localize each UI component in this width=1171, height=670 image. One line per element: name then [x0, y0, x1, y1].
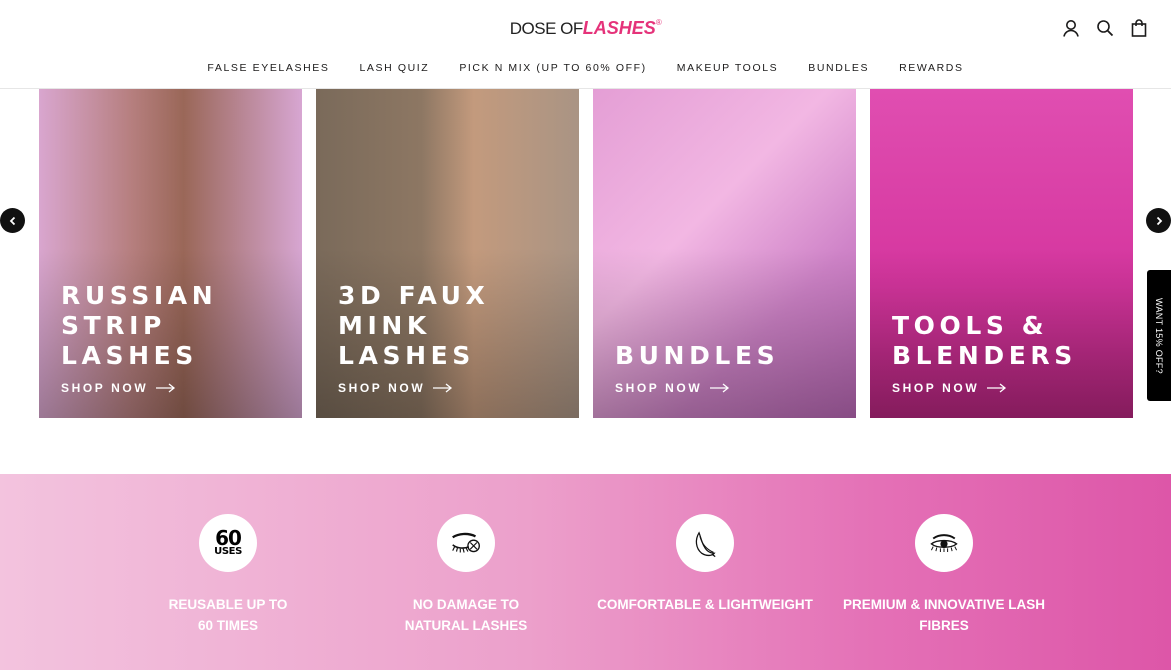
arrow-right-icon [710, 383, 730, 393]
feature-label: NO DAMAGE TO NATURAL LASHES [404, 597, 528, 633]
card-title: BUNDLES [615, 341, 780, 370]
shop-now-link[interactable]: SHOP NOW [338, 381, 453, 395]
brand-logo[interactable]: DOSE OFLASHES® [0, 18, 1171, 39]
nav-item-rewards[interactable]: REWARDS [899, 62, 963, 74]
feature-comfortable: COMFORTABLE & LIGHTWEIGHT [590, 514, 820, 615]
category-carousel: RUSSIAN STRIP LASHES SHOP NOW 3D FAUX MI… [0, 89, 1171, 418]
shop-now-label: SHOP NOW [338, 381, 426, 395]
shop-now-link[interactable]: SHOP NOW [892, 381, 1007, 395]
feature-label: PREMIUM & INNOVATIVE LASH FIBRES [842, 597, 1045, 633]
arrow-right-icon [433, 383, 453, 393]
nav-item-false-eyelashes[interactable]: FALSE EYELASHES [207, 62, 329, 74]
card-title: 3D FAUX MINK LASHES [338, 281, 490, 370]
chevron-right-icon [1156, 216, 1162, 225]
account-icon[interactable] [1061, 18, 1081, 38]
feather-icon [676, 514, 734, 572]
no-damage-eye-icon [437, 514, 495, 572]
shop-now-link[interactable]: SHOP NOW [615, 381, 730, 395]
discount-promo-tab[interactable]: WANT 15% OFF? [1147, 270, 1171, 401]
header-icons [1061, 18, 1149, 38]
site-header: DOSE OFLASHES® FALSE EYELASHES LASH QUIZ… [0, 0, 1171, 89]
nav-item-pick-n-mix[interactable]: PICK N MIX (UP TO 60% OFF) [459, 62, 646, 74]
category-card-russian-strip-lashes[interactable]: RUSSIAN STRIP LASHES SHOP NOW [39, 89, 302, 418]
carousel-prev-button[interactable] [0, 208, 25, 233]
shop-now-label: SHOP NOW [615, 381, 703, 395]
logo-part-1: DOSE OF [509, 19, 584, 38]
lash-eye-icon [915, 514, 973, 572]
uses-word: USES [214, 546, 242, 557]
logo-part-2: LASHES [582, 18, 656, 38]
card-title: RUSSIAN STRIP LASHES [61, 281, 218, 370]
category-card-bundles[interactable]: BUNDLES SHOP NOW [593, 89, 856, 418]
category-card-3d-faux-mink-lashes[interactable]: 3D FAUX MINK LASHES SHOP NOW [316, 89, 579, 418]
card-title: TOOLS & BLENDERS [892, 311, 1077, 370]
shop-now-label: SHOP NOW [892, 381, 980, 395]
cart-icon[interactable] [1129, 18, 1149, 38]
shop-now-label: SHOP NOW [61, 381, 149, 395]
category-card-tools-blenders[interactable]: TOOLS & BLENDERS SHOP NOW [870, 89, 1133, 418]
logo-registered-mark: ® [655, 18, 662, 27]
uses-number: 60 [215, 526, 242, 550]
main-nav: FALSE EYELASHES LASH QUIZ PICK N MIX (UP… [0, 62, 1171, 74]
feature-reusable: 60 USES REUSABLE UP TO 60 TIMES [113, 514, 343, 636]
promo-tab-label: WANT 15% OFF? [1154, 297, 1164, 374]
feature-no-damage: NO DAMAGE TO NATURAL LASHES [351, 514, 581, 636]
carousel-next-button[interactable] [1146, 208, 1171, 233]
feature-label: REUSABLE UP TO 60 TIMES [168, 597, 288, 633]
arrow-right-icon [987, 383, 1007, 393]
60-uses-icon: 60 USES [199, 514, 257, 572]
feature-premium-fibres: PREMIUM & INNOVATIVE LASH FIBRES [829, 514, 1059, 636]
chevron-left-icon [9, 216, 15, 225]
nav-item-makeup-tools[interactable]: MAKEUP TOOLS [677, 62, 778, 74]
nav-item-bundles[interactable]: BUNDLES [808, 62, 869, 74]
features-band: 60 USES REUSABLE UP TO 60 TIMES NO DAMAG… [0, 474, 1171, 670]
shop-now-link[interactable]: SHOP NOW [61, 381, 176, 395]
search-icon[interactable] [1095, 18, 1115, 38]
arrow-right-icon [156, 383, 176, 393]
nav-item-lash-quiz[interactable]: LASH QUIZ [359, 62, 429, 74]
feature-label: COMFORTABLE & LIGHTWEIGHT [597, 597, 813, 612]
